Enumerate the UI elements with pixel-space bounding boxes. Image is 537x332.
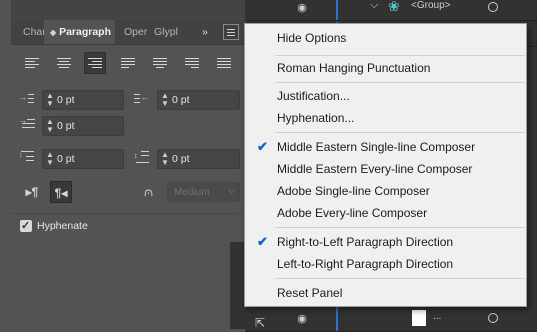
justify-last-right-button[interactable] [181,52,203,74]
menu-item-label: Middle Eastern Every-line Composer [277,162,473,176]
first-line-indent-field[interactable]: ▲ ▼ 0 pt [42,116,124,136]
menu-item-reset-panel[interactable]: Reset Panel [245,282,526,304]
menu-item-justification[interactable]: Justification... [245,85,526,107]
justify-all-button[interactable] [213,52,235,74]
layer-name: <Group> [411,0,451,11]
target-circle-icon[interactable] [488,313,498,323]
space-after-value: 0 pt [172,153,190,165]
panel-tab-bar: Char ◆ Paragraph Oper Glypl » [11,20,246,45]
menu-item-ltr-direction[interactable]: Left-to-Right Paragraph Direction [245,253,526,275]
menu-item-label: Reset Panel [277,286,343,300]
menu-item-label: Middle Eastern Single-line Composer [277,140,476,154]
kashida-dropdown[interactable]: Medium ⌵ [167,182,240,202]
menu-item-roman-hanging-punctuation[interactable]: Roman Hanging Punctuation [245,57,526,79]
menu-item-me-single-line-composer[interactable]: ✔ Middle Eastern Single-line Composer [245,136,526,158]
menu-item-hyphenation[interactable]: Hyphenation... [245,107,526,129]
checkmark-icon: ✔ [257,234,268,249]
left-indent-icon: ← [134,92,150,108]
menu-item-hide-options[interactable]: Hide Options [245,27,526,49]
align-center-button[interactable] [53,52,75,74]
space-before-value: 0 pt [57,153,75,165]
align-right-button[interactable] [84,52,106,74]
menu-item-rtl-direction[interactable]: ✔ Right-to-Left Paragraph Direction [245,231,526,253]
menu-item-me-every-line-composer[interactable]: Middle Eastern Every-line Composer [245,158,526,180]
tab-opentype[interactable]: Oper [124,20,151,44]
layer-thumbnail [412,310,426,326]
layer-color-bar [336,0,338,20]
checkmark-icon: ✔ [257,139,268,154]
rtl-direction-button[interactable]: ¶◂ [50,181,72,203]
tab-glyphs[interactable]: Glypl [154,20,180,44]
space-before-icon: ↕ [19,150,35,166]
space-before-field[interactable]: ▲ ▼ 0 pt [42,149,124,169]
menu-item-label: Justification... [277,89,350,103]
left-indent-value: 0 pt [172,94,190,106]
panel-header-strip [11,0,245,20]
menu-item-label: Roman Hanging Punctuation [277,61,431,75]
panel-flyout-menu: Hide Options Roman Hanging Punctuation J… [244,23,527,307]
justify-last-center-button[interactable] [149,52,171,74]
align-left-button[interactable] [22,52,44,74]
menu-item-adobe-single-line-composer[interactable]: Adobe Single-line Composer [245,180,526,202]
menu-item-label: Adobe Every-line Composer [277,206,428,220]
right-indent-field[interactable]: ▲ ▼ 0 pt [42,90,124,110]
ltr-direction-button[interactable]: ▸¶ [21,181,43,203]
menu-item-adobe-every-line-composer[interactable]: Adobe Every-line Composer [245,202,526,224]
group-thumbnail-icon: ❀ [388,0,400,14]
eye-icon[interactable]: ◉ [295,312,309,326]
right-indent-value: 0 pt [57,94,75,106]
stepper-icon[interactable]: ▲ ▼ [46,118,54,134]
tab-paragraph-label: Paragraph [59,26,112,38]
menu-separator [275,82,525,83]
eye-icon[interactable]: ◉ [295,1,309,15]
checkmark-icon: ✓ [21,220,31,232]
right-indent-icon: → [19,92,35,108]
stepper-icon[interactable]: ▲ ▼ [161,92,169,108]
chevron-down-icon: ⌵ [228,185,235,195]
panel-menu-button[interactable] [223,24,239,40]
target-circle-icon[interactable] [488,2,498,12]
menu-separator [275,278,525,279]
hyphenate-label: Hyphenate [37,220,88,232]
menu-item-label: Hide Options [277,31,347,45]
layer-color-bar [336,307,338,331]
stepper-icon[interactable]: ▲ ▼ [46,92,54,108]
tab-collapse-icon: ◆ [50,28,57,37]
first-line-indent-icon: → [19,116,35,133]
export-icon[interactable]: ⇱ [255,316,265,330]
hyphenate-checkbox[interactable]: ✓ [20,220,32,232]
menu-item-label: Adobe Single-line Composer [277,184,430,198]
left-indent-field[interactable]: ▲ ▼ 0 pt [157,90,240,110]
menu-item-label: Left-to-Right Paragraph Direction [277,257,454,271]
kashida-value: Medium [174,187,210,198]
tab-paragraph[interactable]: ◆ Paragraph [44,20,115,44]
space-after-field[interactable]: ▲ ▼ 0 pt [157,149,240,169]
space-after-icon: ↕ [134,150,150,166]
menu-separator [275,132,525,133]
kashida-icon: ⩀ [144,184,154,199]
chevron-down-icon[interactable]: ⌵ [370,0,378,12]
menu-item-label: Hyphenation... [277,111,355,125]
menu-item-label: Right-to-Left Paragraph Direction [277,235,454,249]
menu-separator [275,55,525,56]
layer-row[interactable]: ◉ ⌵ ❀ <Group> [245,0,537,21]
layer-row[interactable]: ◉ ... [245,307,537,332]
layer-name: ... [433,311,442,322]
first-line-indent-value: 0 pt [57,120,75,132]
justify-last-left-button[interactable] [117,52,139,74]
stepper-icon[interactable]: ▲ ▼ [161,151,169,167]
stepper-icon[interactable]: ▲ ▼ [46,151,54,167]
menu-separator [275,227,525,228]
tab-overflow-button[interactable]: » [202,20,216,44]
